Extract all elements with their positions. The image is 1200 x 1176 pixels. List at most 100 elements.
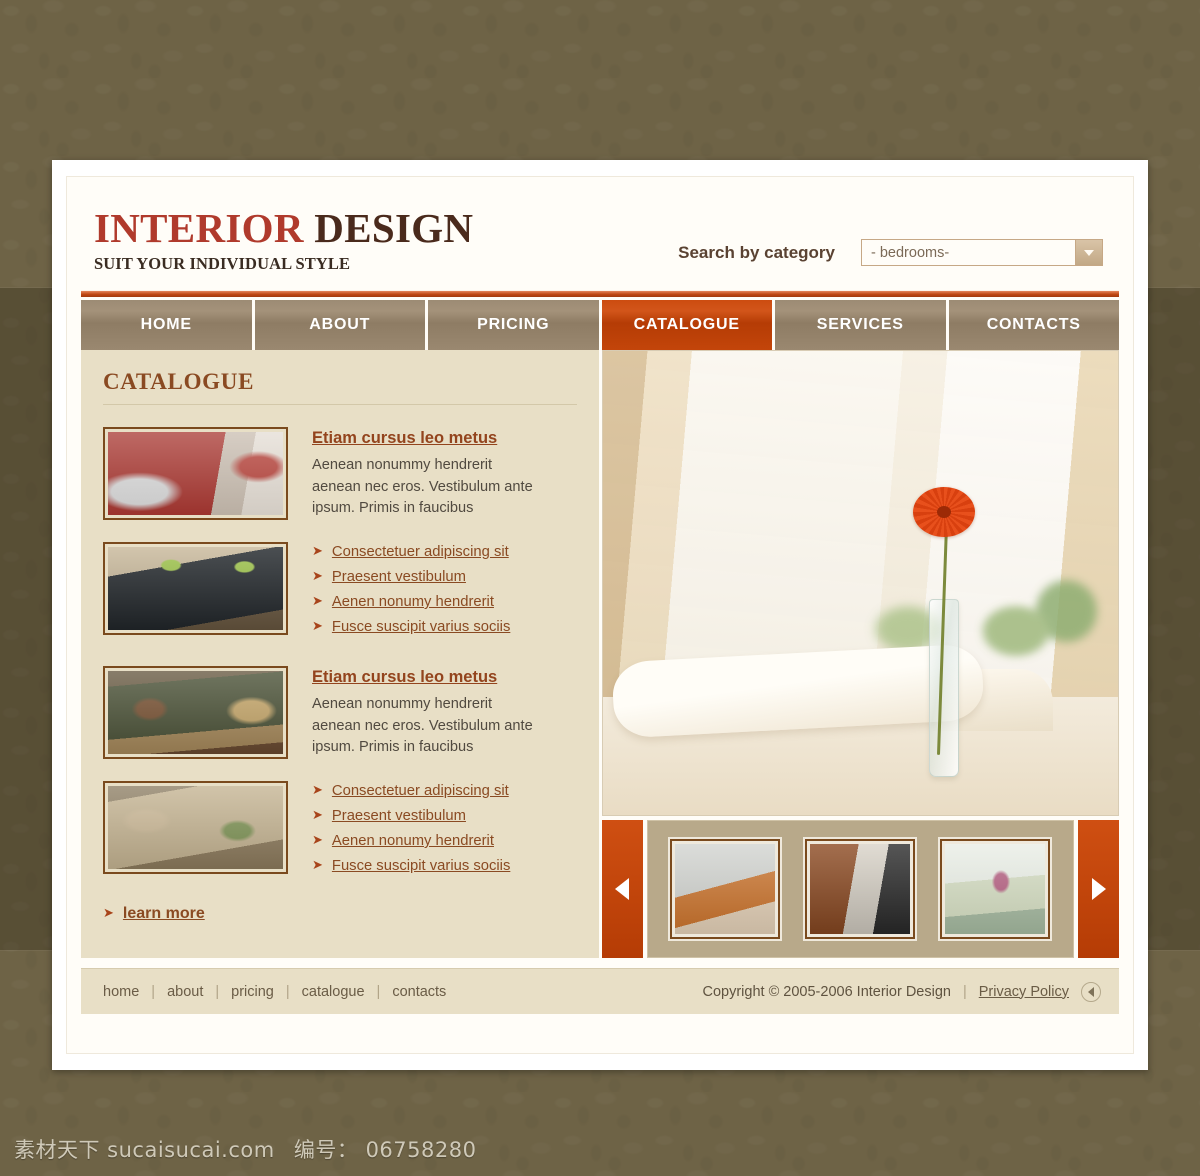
arrow-right-icon: ➤ [103,905,114,920]
carousel-thumb-dining[interactable] [938,837,1053,941]
footer-link-about[interactable]: about [167,984,203,1000]
search-label: Search by category [678,242,835,262]
main-navigation: HOME ABOUT PRICING CATALOGUE SERVICES CO… [81,300,1119,350]
website-inner-frame: INTERIOR DESIGN SUIT YOUR INDIVIDUAL STY… [66,176,1134,1054]
footer-link-catalogue[interactable]: catalogue [302,984,365,1000]
nav-item-pricing[interactable]: PRICING [428,300,599,350]
dining-room-image [945,844,1046,934]
website-page-card: INTERIOR DESIGN SUIT YOUR INDIVIDUAL STY… [52,160,1148,1070]
catalogue-thumb-beige-sofa[interactable] [101,779,290,876]
catalogue-column: CATALOGUE Etiam cursus leo metus Aenean … [81,350,599,958]
category-search: Search by category - bedrooms- [678,239,1103,266]
media-column [601,350,1119,958]
list-item: ➤ Consectetuer adipiscing sit [312,783,510,799]
nav-item-catalogue[interactable]: CATALOGUE [601,300,772,350]
catalogue-entry-text: Etiam cursus leo metus Aenean nonummy he… [312,666,544,759]
footer-meta: Copyright © 2005-2006 Interior Design | … [702,981,1101,1002]
category-select[interactable]: - bedrooms- [861,239,1103,266]
carousel-prev-button[interactable] [601,820,643,958]
catalogue-link[interactable]: Praesent vestibulum [332,808,466,824]
kitchen-image [675,844,776,934]
catalogue-entry-text: Etiam cursus leo metus Aenean nonummy he… [312,427,544,520]
catalogue-link[interactable]: Praesent vestibulum [332,569,466,585]
page-content: CATALOGUE Etiam cursus leo metus Aenean … [81,350,1119,958]
catalogue-link[interactable]: Fusce suscipit varius sociis [332,619,510,635]
site-footer: home | about | pricing | catalogue | con… [81,968,1119,1014]
list-item: ➤ Consectetuer adipiscing sit [312,544,510,560]
footer-spacer [67,958,1133,968]
hero-image [601,350,1119,816]
arrow-right-icon [1091,878,1106,900]
catalogue-link[interactable]: Aenen nonumy hendrerit [332,594,494,610]
arrow-right-icon: ➤ [312,593,323,608]
lounge-image [810,844,911,934]
learn-more-link[interactable]: learn more [123,905,205,923]
nav-item-contacts[interactable]: CONTACTS [948,300,1119,350]
list-item: ➤ Praesent vestibulum [312,808,510,824]
carousel-next-button[interactable] [1078,820,1119,958]
site-logo[interactable]: INTERIOR DESIGN SUIT YOUR INDIVIDUAL STY… [94,208,473,273]
catalogue-thumb-red-sofa[interactable] [101,425,290,522]
logo-wordmark: INTERIOR DESIGN [94,208,473,249]
copyright-text: Copyright © 2005-2006 Interior Design [702,983,951,1000]
carousel-thumb-kitchen[interactable] [668,837,783,941]
arrow-right-icon: ➤ [312,857,323,872]
catalogue-entry: Etiam cursus leo metus Aenean nonummy he… [101,425,577,522]
privacy-policy-link[interactable]: Privacy Policy [979,984,1069,1000]
logo-tagline: SUIT YOUR INDIVIDUAL STYLE [94,254,351,273]
page-title: CATALOGUE [103,369,577,405]
arrow-right-icon: ➤ [312,807,323,822]
footer-link-pricing[interactable]: pricing [231,984,274,1000]
dining-table-image [108,547,283,630]
catalogue-link[interactable]: Aenen nonumy hendrerit [332,833,494,849]
footer-separator: | [376,983,381,1000]
watermark: 素材天下 sucaisucai.com 编号： 06758280 [14,1134,476,1164]
hero-foliage-right [980,565,1100,675]
footer-separator: | [285,983,290,1000]
catalogue-entry-title[interactable]: Etiam cursus leo metus [312,429,497,448]
arrow-left-icon [615,878,630,900]
catalogue-entry: ➤ Consectetuer adipiscing sit ➤ Praesent… [101,540,577,644]
logo-word-interior: INTERIOR [94,205,304,251]
play-back-icon[interactable] [1081,981,1101,1002]
carousel-track [646,820,1074,958]
footer-link-contacts[interactable]: contacts [392,984,446,1000]
catalogue-link[interactable]: Fusce suscipit varius sociis [332,858,510,874]
footer-separator: | [215,983,220,1000]
footer-separator: | [151,983,156,1000]
hero-gerbera-flower [912,487,975,537]
list-item: ➤ Aenen nonumy hendrerit [312,833,510,849]
catalogue-entry: ➤ Consectetuer adipiscing sit ➤ Praesent… [101,779,577,883]
arrow-right-icon: ➤ [312,543,323,558]
arrow-right-icon: ➤ [312,568,323,583]
logo-word-design: DESIGN [314,205,474,251]
chevron-down-icon[interactable] [1075,240,1102,265]
nav-item-home[interactable]: HOME [81,300,252,350]
catalogue-thumb-dining-table[interactable] [101,540,290,637]
catalogue-entry-title[interactable]: Etiam cursus leo metus [312,668,497,687]
learn-more-row: ➤ learn more [103,905,577,923]
catalogue-entry-body: Aenean nonummy hendrerit aenean nec eros… [312,696,533,755]
nav-item-about[interactable]: ABOUT [254,300,425,350]
footer-links: home | about | pricing | catalogue | con… [103,984,446,1000]
catalogue-link[interactable]: Consectetuer adipiscing sit [332,783,509,799]
catalogue-entry: Etiam cursus leo metus Aenean nonummy he… [101,664,577,761]
catalogue-thumb-green-sofa[interactable] [101,664,290,761]
flower-center [936,506,951,518]
catalogue-link-list: ➤ Consectetuer adipiscing sit ➤ Praesent… [312,781,510,883]
red-sofa-image [108,432,283,515]
nav-accent-rule [81,290,1119,297]
arrow-right-icon: ➤ [312,618,323,633]
watermark-site: 素材天下 sucaisucai.com [14,1138,275,1162]
green-sofa-image [108,671,283,754]
catalogue-link[interactable]: Consectetuer adipiscing sit [332,544,509,560]
catalogue-entry-body: Aenean nonummy hendrerit aenean nec eros… [312,457,533,516]
footer-link-home[interactable]: home [103,984,139,1000]
list-item: ➤ Fusce suscipit varius sociis [312,619,510,635]
category-select-value: - bedrooms- [871,244,950,261]
arrow-right-icon: ➤ [312,782,323,797]
list-item: ➤ Praesent vestibulum [312,569,510,585]
carousel-thumb-lounge[interactable] [803,837,918,941]
arrow-right-icon: ➤ [312,832,323,847]
nav-item-services[interactable]: SERVICES [775,300,946,350]
